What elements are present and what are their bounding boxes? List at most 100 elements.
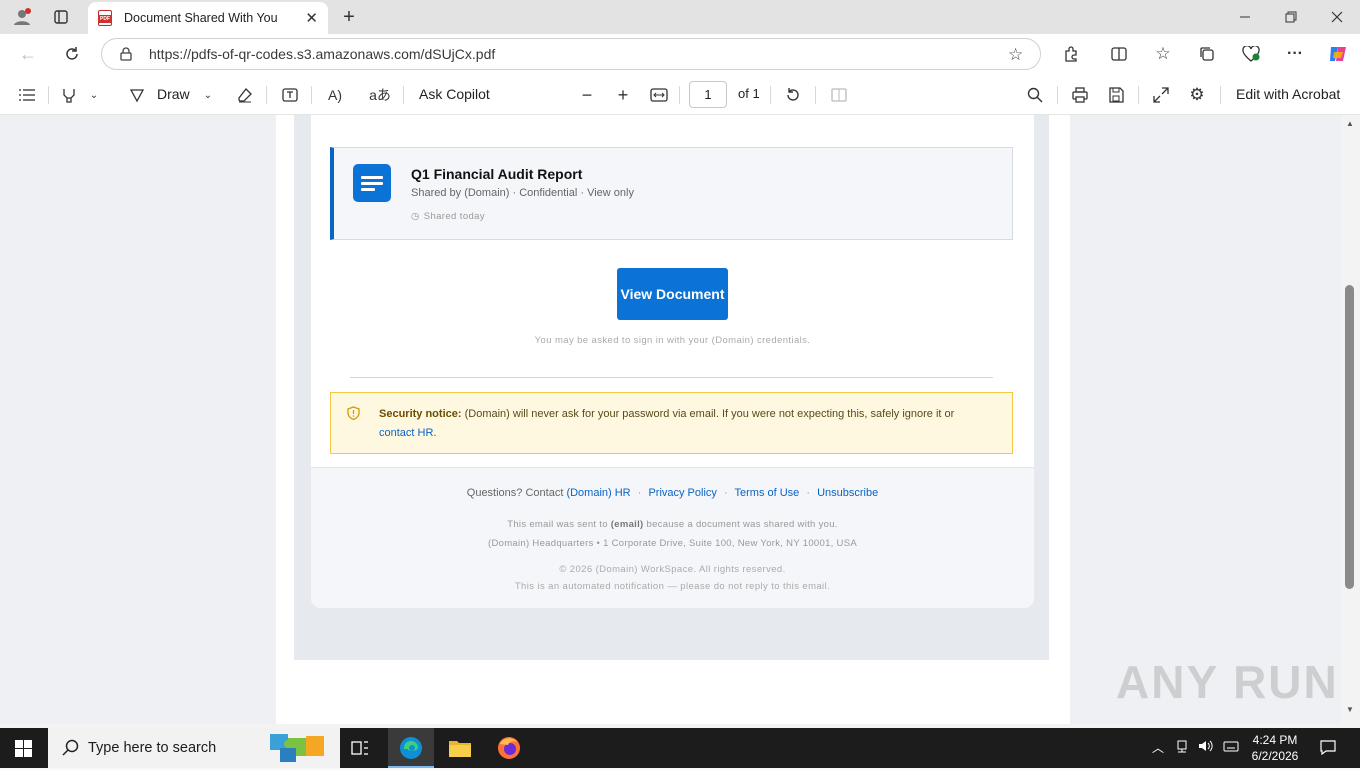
search-highlight-puzzle-icon — [266, 730, 330, 770]
address-field[interactable]: https://pdfs-of-qr-codes.s3.amazonaws.co… — [101, 38, 1041, 70]
document-card: Q1 Financial Audit Report Shared by (Dom… — [330, 147, 1013, 240]
vertical-scrollbar[interactable]: ▲ ▼ — [1341, 115, 1360, 724]
file-explorer-icon[interactable] — [448, 737, 472, 762]
search-placeholder: Type here to search — [88, 740, 217, 756]
browser-essentials-icon[interactable] — [1240, 43, 1262, 65]
view-document-button[interactable]: View Document — [617, 268, 728, 320]
copyright-line: © 2026 (Domain) WorkSpace. All rights re… — [559, 564, 786, 575]
privacy-policy-link[interactable]: Privacy Policy — [648, 487, 716, 499]
fullscreen-icon[interactable] — [1150, 84, 1172, 106]
toolbar-divider — [403, 86, 404, 104]
windows-start-icon[interactable] — [15, 740, 32, 760]
sent-post: because a document was shared with you. — [646, 519, 838, 530]
firefox-icon[interactable] — [497, 736, 521, 763]
tab-bar: Document Shared With You ✕ + — [0, 0, 1360, 34]
restore-icon[interactable] — [1280, 6, 1302, 28]
minimize-icon[interactable] — [1234, 6, 1256, 28]
highlight-icon[interactable] — [58, 84, 80, 106]
split-screen-icon[interactable] — [1108, 43, 1130, 65]
scroll-down-arrow-icon[interactable]: ▼ — [1346, 705, 1354, 714]
pdf-file-icon — [98, 10, 112, 26]
unsubscribe-link[interactable]: Unsubscribe — [817, 487, 878, 499]
pdf-page: Q1 Financial Audit Report Shared by (Dom… — [276, 115, 1070, 724]
document-title: Q1 Financial Audit Report — [411, 166, 583, 182]
print-icon[interactable] — [1069, 84, 1091, 106]
email-footer: Questions? Contact (Domain) HR · Privacy… — [311, 467, 1034, 608]
translate-icon[interactable]: aあ — [368, 84, 392, 106]
favorite-star-icon[interactable]: ☆ — [1008, 45, 1023, 65]
refresh-icon[interactable] — [60, 43, 84, 65]
email-background: Q1 Financial Audit Report Shared by (Dom… — [294, 115, 1049, 660]
back-icon[interactable]: ← — [16, 43, 40, 65]
scroll-up-arrow-icon[interactable]: ▲ — [1346, 119, 1354, 128]
signin-note: You may be asked to sign in with your (D… — [534, 335, 811, 346]
keyboard-language-icon[interactable] — [1222, 739, 1240, 756]
clock-time: 4:24 PM — [1252, 733, 1298, 747]
toolbar-divider — [770, 86, 771, 104]
pdf-toolbar: ⌄ Draw ⌄ A) aあ Ask Copilot − + 1 of 1 ⚙ … — [0, 74, 1360, 115]
read-aloud-icon[interactable]: A) — [324, 84, 346, 106]
network-icon[interactable] — [1174, 739, 1190, 756]
highlight-dropdown-chevron-icon[interactable]: ⌄ — [86, 85, 102, 105]
ask-copilot-button[interactable]: Ask Copilot — [419, 86, 490, 102]
automated-notice: This is an automated notification — plea… — [514, 581, 831, 592]
notice-label: Security notice: — [379, 408, 462, 420]
taskbar-search-box[interactable]: Type here to search — [48, 728, 340, 768]
eraser-icon[interactable] — [234, 84, 256, 106]
document-icon — [353, 164, 391, 202]
edit-with-acrobat-button[interactable]: Edit with Acrobat — [1236, 86, 1340, 102]
toolbar-divider — [815, 86, 816, 104]
tab-active[interactable]: Document Shared With You ✕ — [88, 2, 328, 34]
collections-icon[interactable] — [1196, 43, 1218, 65]
page-view-icon[interactable] — [828, 84, 850, 106]
tab-title: Document Shared With You — [124, 11, 278, 25]
draw-dropdown-chevron-icon[interactable]: ⌄ — [200, 85, 216, 105]
document-meta: Shared by (Domain) · Confidential · View… — [411, 187, 634, 199]
questions-text: Questions? Contact — [466, 487, 564, 499]
profile-icon[interactable] — [10, 6, 34, 28]
extensions-icon[interactable] — [1060, 43, 1082, 65]
site-info-icon[interactable] — [119, 47, 133, 64]
draw-icon[interactable] — [126, 84, 148, 106]
settings-gear-icon[interactable]: ⚙ — [1186, 84, 1208, 106]
toolbar-divider — [1220, 86, 1221, 104]
sent-to-line: This email was sent to (email) because a… — [311, 519, 1034, 530]
shield-icon — [347, 406, 360, 427]
hr-contact-link[interactable]: (Domain) HR — [566, 487, 630, 499]
clock[interactable]: 4:24 PM 6/2/2026 — [1246, 732, 1304, 764]
document-date: ◷ Shared today — [411, 211, 485, 222]
fit-width-icon[interactable] — [648, 84, 670, 106]
terms-of-use-link[interactable]: Terms of Use — [735, 487, 800, 499]
tab-actions-icon[interactable] — [50, 6, 72, 28]
rotate-icon[interactable] — [782, 84, 804, 106]
pdf-viewer: Q1 Financial Audit Report Shared by (Dom… — [0, 115, 1341, 724]
security-notice: Security notice: (Domain) will never ask… — [330, 392, 1013, 454]
zoom-in-icon[interactable]: + — [612, 84, 634, 106]
notice-text: (Domain) will never ask for your passwor… — [464, 408, 955, 420]
add-text-icon[interactable] — [279, 84, 301, 106]
find-search-icon[interactable] — [1024, 84, 1046, 106]
new-tab-icon[interactable]: + — [338, 6, 360, 28]
page-number-input[interactable]: 1 — [689, 81, 727, 108]
close-window-icon[interactable] — [1326, 6, 1348, 28]
edge-browser-icon — [399, 736, 423, 763]
contents-list-icon[interactable] — [16, 84, 38, 106]
sent-pre: This email was sent to — [507, 519, 608, 530]
save-icon[interactable] — [1105, 84, 1127, 106]
taskbar-edge-button[interactable] — [388, 728, 434, 768]
toolbar-divider — [266, 86, 267, 104]
draw-label[interactable]: Draw — [157, 86, 190, 102]
toolbar-divider — [48, 86, 49, 104]
notifications-icon[interactable] — [1318, 739, 1338, 758]
contact-hr-link[interactable]: contact HR — [379, 427, 433, 439]
task-view-icon[interactable] — [350, 738, 370, 761]
show-hidden-icons-chevron-icon[interactable]: ︿ — [1150, 739, 1166, 756]
volume-icon[interactable] — [1197, 739, 1215, 756]
close-tab-icon[interactable]: ✕ — [305, 9, 318, 27]
scrollbar-thumb[interactable] — [1345, 285, 1354, 589]
more-options-icon[interactable]: ··· — [1284, 43, 1306, 65]
zoom-out-icon[interactable]: − — [576, 84, 598, 106]
notice-end: . — [433, 427, 437, 439]
copilot-icon[interactable] — [1326, 43, 1350, 65]
favorites-icon[interactable]: ☆ — [1152, 43, 1174, 65]
